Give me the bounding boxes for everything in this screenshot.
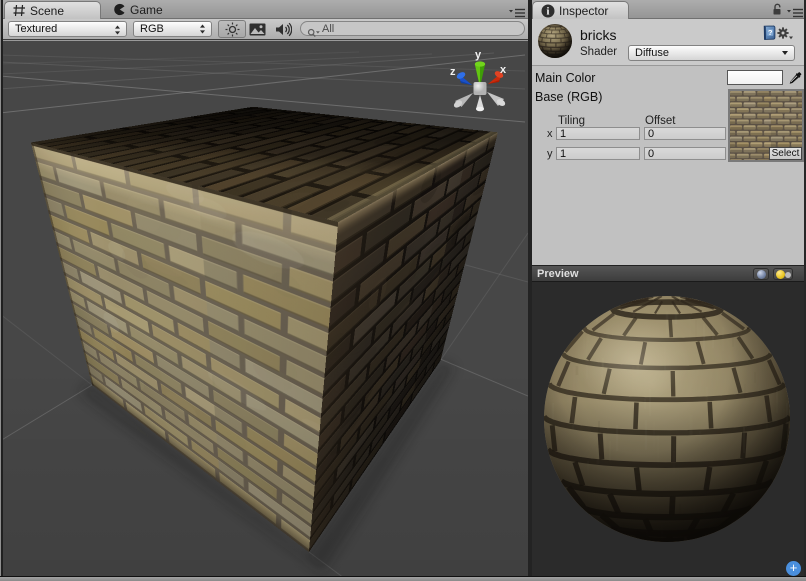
svg-text:y: y (475, 49, 482, 61)
svg-text:z: z (450, 66, 456, 78)
svg-text:x: x (500, 64, 507, 76)
svg-text:?: ? (768, 28, 773, 37)
svg-text:i: i (547, 6, 550, 17)
